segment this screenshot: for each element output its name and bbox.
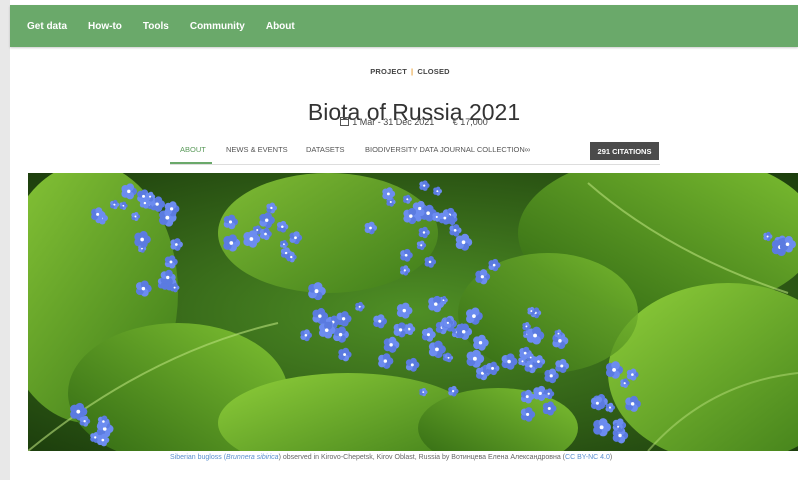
- project-dates: 1 Mar - 31 Dec 2021: [352, 117, 435, 127]
- top-navbar: Get data How-to Tools Community About: [10, 5, 798, 47]
- caption-common-name[interactable]: Siberian bugloss (: [170, 454, 226, 461]
- tab-datasets[interactable]: DATASETS: [306, 145, 344, 154]
- nav-community[interactable]: Community: [190, 21, 245, 32]
- tab-bdj-collection[interactable]: BIODIVERSITY DATA JOURNAL COLLECTION∞: [365, 145, 530, 154]
- calendar-icon: [340, 117, 350, 126]
- status-separator: |: [411, 67, 414, 76]
- project-tabs: ABOUT NEWS & EVENTS DATASETS BIODIVERSIT…: [170, 140, 660, 165]
- caption-close: ): [609, 454, 613, 461]
- hero-image: [28, 173, 798, 451]
- citations-button[interactable]: 291 CITATIONS: [590, 142, 659, 160]
- project-meta: 1 Mar - 31 Dec 2021 € 17,000: [0, 117, 798, 127]
- nav-get-data[interactable]: Get data: [27, 21, 67, 32]
- caption-license-link[interactable]: CC BY-NC 4.0: [565, 454, 610, 461]
- tab-about[interactable]: ABOUT: [180, 145, 206, 154]
- caption-observed: ) observed in Kirovo-Chepetsk, Kirov Obl…: [278, 454, 566, 461]
- flower-photo: [28, 173, 798, 451]
- project-label: PROJECT: [370, 67, 408, 76]
- nav-about[interactable]: About: [266, 21, 295, 32]
- status-label: CLOSED: [417, 67, 450, 76]
- nav-how-to[interactable]: How-to: [88, 21, 122, 32]
- tab-news-events[interactable]: NEWS & EVENTS: [226, 145, 288, 154]
- project-funding: € 17,000: [452, 117, 488, 127]
- image-caption: Siberian bugloss (Brunnera sibirica) obs…: [170, 453, 660, 463]
- active-tab-indicator: [170, 162, 212, 164]
- caption-species[interactable]: Brunnera sibirica: [226, 454, 279, 461]
- nav-tools[interactable]: Tools: [143, 21, 169, 32]
- project-status: PROJECT | CLOSED: [0, 67, 798, 76]
